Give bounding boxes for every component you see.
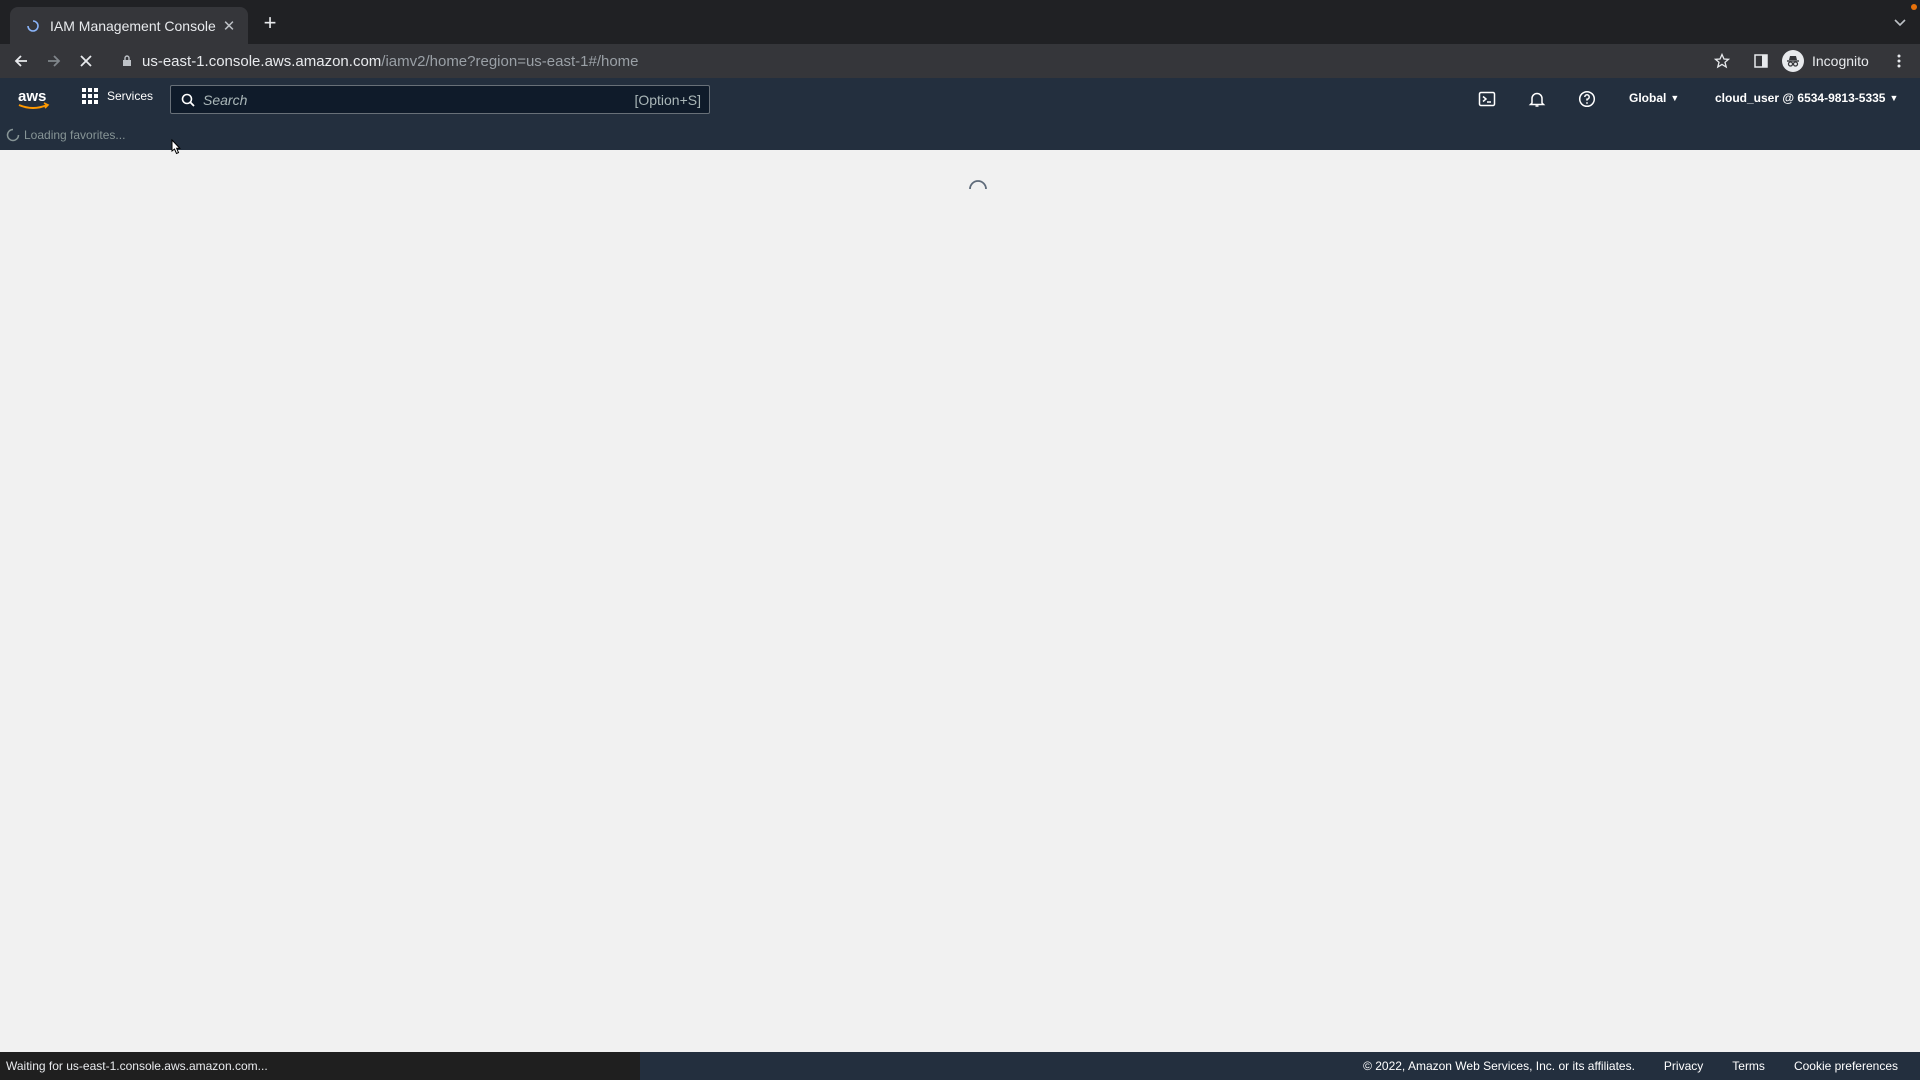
forward-button[interactable] bbox=[41, 48, 67, 74]
tab-title: IAM Management Console bbox=[50, 17, 216, 34]
star-icon bbox=[1714, 53, 1730, 69]
lock-icon bbox=[120, 54, 134, 68]
browser-tab[interactable]: IAM Management Console ✕ bbox=[10, 7, 248, 44]
page-loading-spinner-icon bbox=[969, 180, 987, 190]
account-label: cloud_user @ 6534-9813-5335 bbox=[1715, 91, 1886, 105]
back-button[interactable] bbox=[8, 48, 34, 74]
services-menu-button[interactable]: Services bbox=[82, 88, 153, 104]
bell-icon bbox=[1528, 92, 1546, 107]
terms-link[interactable]: Terms bbox=[1732, 1059, 1765, 1073]
url-host: us-east-1.console.aws.amazon.com bbox=[142, 52, 382, 70]
aws-console-navbar: aws Services [Option+S] Global ▼ cloud_u… bbox=[0, 78, 1920, 120]
loading-spinner-icon bbox=[6, 128, 20, 142]
svg-text:aws: aws bbox=[18, 88, 46, 105]
aws-logo[interactable]: aws bbox=[16, 86, 52, 112]
services-label: Services bbox=[107, 89, 154, 103]
back-arrow-icon bbox=[14, 55, 27, 67]
cloudshell-button[interactable] bbox=[1477, 89, 1497, 109]
copyright-text: © 2022, Amazon Web Services, Inc. or its… bbox=[1363, 1059, 1635, 1073]
browser-status-bar: Waiting for us-east-1.console.aws.amazon… bbox=[0, 1052, 640, 1080]
forward-arrow-icon bbox=[48, 55, 61, 67]
tab-close-icon[interactable]: ✕ bbox=[220, 17, 238, 35]
search-shortcut-hint: [Option+S] bbox=[634, 91, 701, 108]
favorites-bar: Loading favorites... bbox=[0, 120, 1920, 150]
profile-label: Incognito bbox=[1812, 53, 1869, 69]
browser-tab-strip: IAM Management Console ✕ + bbox=[0, 0, 1920, 44]
incognito-icon bbox=[1782, 50, 1804, 72]
mouse-cursor-icon bbox=[171, 139, 181, 155]
help-icon bbox=[1578, 90, 1596, 108]
recording-indicator-icon bbox=[1911, 4, 1917, 10]
console-search[interactable]: [Option+S] bbox=[170, 85, 710, 114]
cloudshell-icon bbox=[1478, 91, 1496, 107]
loading-favicon-icon bbox=[26, 19, 40, 33]
stop-icon bbox=[80, 55, 92, 67]
console-footer: © 2022, Amazon Web Services, Inc. or its… bbox=[640, 1052, 1920, 1080]
notifications-button[interactable] bbox=[1527, 89, 1547, 109]
bookmark-star-button[interactable] bbox=[1709, 48, 1735, 74]
url-path: /iamv2/home?region=us-east-1#/home bbox=[381, 52, 639, 70]
side-panel-icon bbox=[1754, 54, 1768, 68]
favorites-loading-text: Loading favorites... bbox=[24, 128, 126, 142]
search-icon bbox=[181, 93, 195, 107]
browser-menu-button[interactable] bbox=[1886, 48, 1912, 74]
address-bar[interactable]: us-east-1.console.aws.amazon.com/iamv2/h… bbox=[112, 46, 1742, 76]
help-button[interactable] bbox=[1577, 89, 1597, 109]
account-menu[interactable]: cloud_user @ 6534-9813-5335 ▼ bbox=[1715, 91, 1898, 105]
caret-down-icon: ▼ bbox=[1670, 93, 1680, 103]
profile-button[interactable]: Incognito bbox=[1782, 47, 1877, 75]
new-tab-button[interactable]: + bbox=[258, 12, 282, 36]
stop-loading-button[interactable] bbox=[73, 48, 99, 74]
privacy-link[interactable]: Privacy bbox=[1664, 1059, 1703, 1073]
browser-toolbar: us-east-1.console.aws.amazon.com/iamv2/h… bbox=[0, 44, 1920, 78]
tab-search-icon[interactable] bbox=[1892, 14, 1908, 30]
side-panel-button[interactable] bbox=[1748, 48, 1774, 74]
search-input[interactable] bbox=[203, 91, 635, 108]
caret-down-icon: ▼ bbox=[1889, 93, 1899, 103]
region-selector[interactable]: Global ▼ bbox=[1629, 91, 1679, 105]
kebab-menu-icon bbox=[1897, 54, 1901, 68]
main-content bbox=[0, 150, 1920, 1050]
region-label: Global bbox=[1629, 91, 1667, 105]
cookie-preferences-link[interactable]: Cookie preferences bbox=[1794, 1059, 1898, 1073]
services-grid-icon bbox=[82, 88, 98, 104]
